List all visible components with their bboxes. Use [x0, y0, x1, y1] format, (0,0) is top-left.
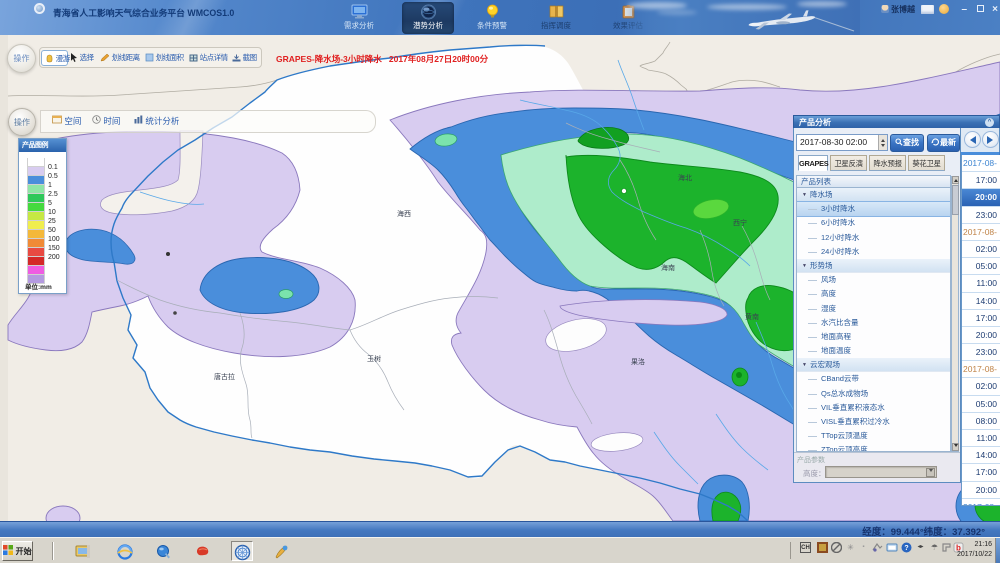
svg-text:黄南: 黄南: [745, 312, 759, 321]
svg-text:玉树: 玉树: [367, 354, 381, 363]
svg-text:?: ?: [904, 545, 908, 552]
svg-text:海北: 海北: [678, 173, 692, 182]
svg-text:海西: 海西: [397, 209, 411, 218]
svg-text:西宁: 西宁: [733, 218, 747, 227]
svg-text:果洛: 果洛: [631, 357, 645, 366]
svg-text:海南: 海南: [661, 263, 675, 272]
svg-text:唐古拉: 唐古拉: [214, 372, 235, 381]
